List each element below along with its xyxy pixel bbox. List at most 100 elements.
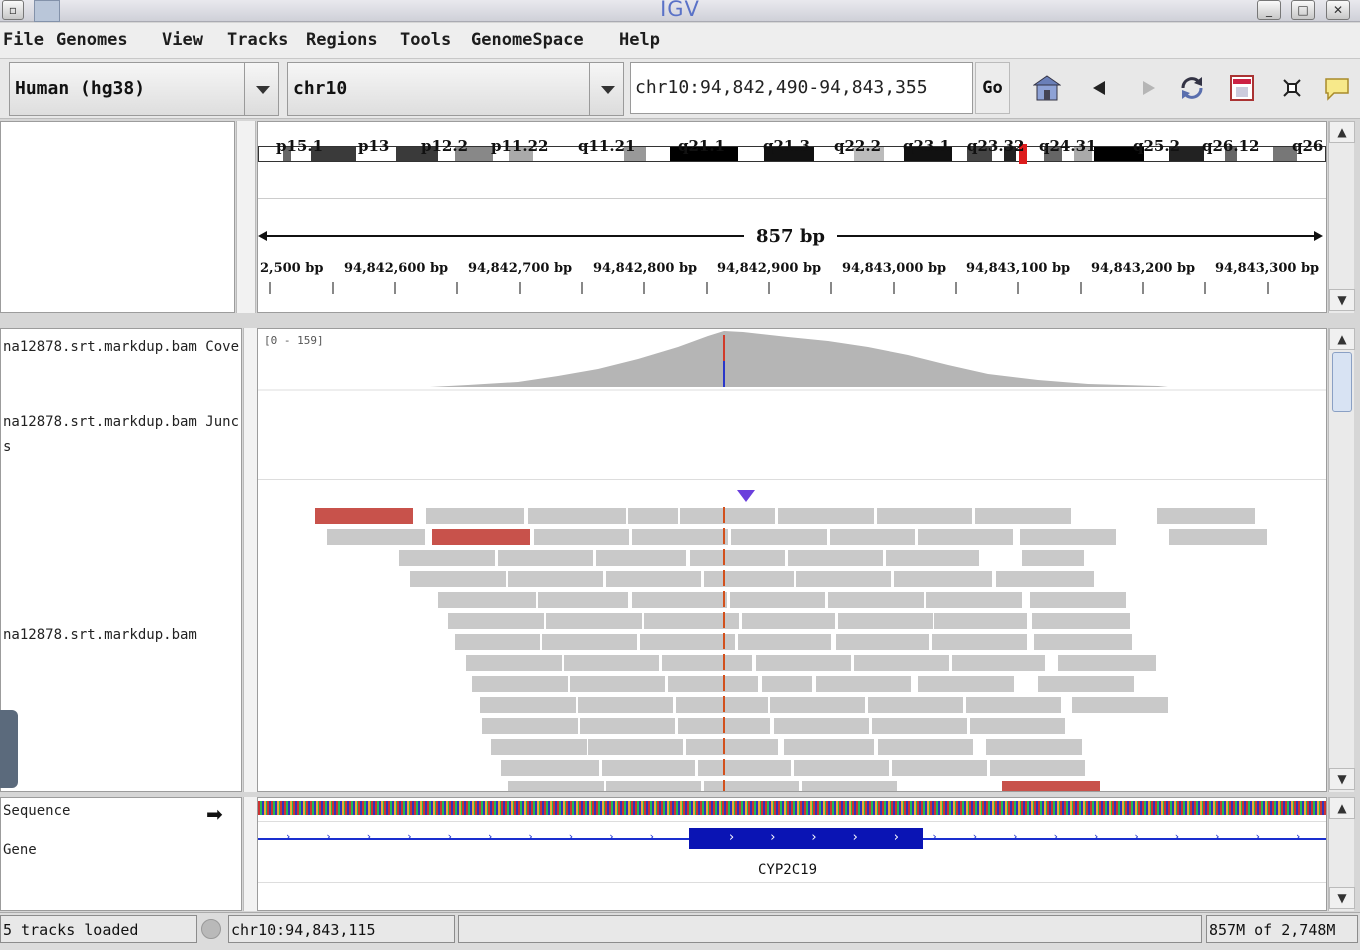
read[interactable]: [1020, 529, 1116, 545]
read[interactable]: [578, 697, 673, 713]
read[interactable]: [1038, 676, 1134, 692]
read[interactable]: [632, 592, 727, 608]
refresh-icon[interactable]: [1178, 74, 1206, 102]
read[interactable]: [546, 613, 642, 629]
menu-tools[interactable]: Tools: [400, 30, 451, 50]
read[interactable]: [676, 697, 768, 713]
region-icon[interactable]: [1228, 74, 1256, 102]
genome-dropdown[interactable]: Human (hg38): [9, 62, 279, 116]
read[interactable]: [1157, 508, 1255, 524]
sequence-strand-arrow-icon[interactable]: ➡: [206, 802, 223, 826]
read[interactable]: [501, 760, 599, 776]
read[interactable]: [640, 634, 735, 650]
read[interactable]: [690, 550, 785, 566]
sequence-track-name[interactable]: Sequence: [3, 803, 70, 819]
read[interactable]: [508, 571, 603, 587]
read[interactable]: [878, 739, 973, 755]
gene-exon[interactable]: ›››››: [689, 828, 923, 849]
read[interactable]: [1034, 634, 1132, 650]
memory-status[interactable]: 857M of 2,748M: [1206, 915, 1358, 943]
read[interactable]: [918, 676, 1014, 692]
read[interactable]: [784, 739, 874, 755]
scroll-down-icon[interactable]: ▼: [1329, 768, 1355, 790]
read[interactable]: [990, 760, 1085, 776]
drag-handle[interactable]: [0, 710, 18, 788]
read[interactable]: [816, 676, 911, 692]
read[interactable]: [830, 529, 915, 545]
read[interactable]: [606, 571, 701, 587]
read[interactable]: [508, 781, 604, 791]
read[interactable]: [704, 571, 794, 587]
read[interactable]: [796, 571, 891, 587]
read[interactable]: [877, 508, 972, 524]
read[interactable]: [1072, 697, 1168, 713]
scroll-up-icon[interactable]: ▲: [1329, 797, 1355, 819]
read[interactable]: [680, 508, 775, 524]
scroll-up-icon[interactable]: ▲: [1329, 121, 1355, 143]
maximize-button[interactable]: □: [1291, 0, 1315, 20]
read[interactable]: [410, 571, 506, 587]
chevron-down-icon[interactable]: [244, 63, 278, 115]
read[interactable]: [730, 592, 825, 608]
read[interactable]: [1030, 592, 1126, 608]
read[interactable]: [628, 508, 678, 524]
read[interactable]: [762, 676, 812, 692]
junction-track-name[interactable]: na12878.srt.markdup.bam Junct: [3, 414, 239, 430]
close-button[interactable]: ✕: [1326, 0, 1350, 20]
read[interactable]: [794, 760, 889, 776]
coverage-track-name[interactable]: na12878.srt.markdup.bam Cove: [3, 339, 239, 355]
coverage-track[interactable]: [258, 329, 1326, 391]
sequence-track[interactable]: [258, 801, 1326, 815]
read[interactable]: [315, 508, 413, 524]
read[interactable]: [966, 697, 1061, 713]
read[interactable]: [498, 550, 593, 566]
read[interactable]: [602, 760, 695, 776]
resize-icon[interactable]: [1278, 74, 1306, 102]
scroll-up-icon[interactable]: ▲: [1329, 328, 1355, 350]
menu-file[interactable]: File: [3, 30, 44, 50]
menu-regions[interactable]: Regions: [306, 30, 378, 50]
go-button[interactable]: Go: [975, 62, 1010, 114]
read[interactable]: [952, 655, 1045, 671]
read[interactable]: [738, 634, 831, 650]
alignment-track[interactable]: [258, 507, 1326, 791]
back-arrow-icon[interactable]: [1087, 74, 1115, 102]
read[interactable]: [934, 613, 1027, 629]
read[interactable]: [528, 508, 626, 524]
read[interactable]: [564, 655, 659, 671]
read[interactable]: [802, 781, 897, 791]
popup-text-icon[interactable]: [1323, 74, 1351, 102]
read[interactable]: [918, 529, 1013, 545]
read[interactable]: [774, 718, 869, 734]
scroll-down-icon[interactable]: ▼: [1329, 887, 1355, 909]
read[interactable]: [704, 781, 799, 791]
read[interactable]: [542, 634, 637, 650]
read[interactable]: [482, 718, 578, 734]
read[interactable]: [686, 739, 778, 755]
read[interactable]: [836, 634, 929, 650]
read[interactable]: [472, 676, 568, 692]
scroll-down-icon[interactable]: ▼: [1329, 289, 1355, 311]
home-icon[interactable]: [1033, 74, 1061, 102]
read[interactable]: [570, 676, 665, 692]
read[interactable]: [932, 634, 1027, 650]
header-scrollbar[interactable]: ▲ ▼: [1328, 121, 1355, 313]
read[interactable]: [580, 718, 675, 734]
read[interactable]: [975, 508, 1071, 524]
gene-track-name[interactable]: Gene: [3, 842, 37, 858]
read[interactable]: [432, 529, 530, 545]
read[interactable]: [606, 781, 701, 791]
read[interactable]: [480, 697, 576, 713]
read[interactable]: [455, 634, 540, 650]
read[interactable]: [770, 697, 865, 713]
read[interactable]: [1002, 781, 1100, 791]
menu-genomespace[interactable]: GenomeSpace: [471, 30, 584, 50]
read[interactable]: [1032, 613, 1130, 629]
read[interactable]: [538, 592, 628, 608]
read[interactable]: [742, 613, 835, 629]
read[interactable]: [448, 613, 544, 629]
scroll-thumb[interactable]: [1332, 352, 1352, 412]
read[interactable]: [491, 739, 587, 755]
feature-scrollbar[interactable]: ▲ ▼: [1328, 797, 1355, 911]
read[interactable]: [986, 739, 1082, 755]
